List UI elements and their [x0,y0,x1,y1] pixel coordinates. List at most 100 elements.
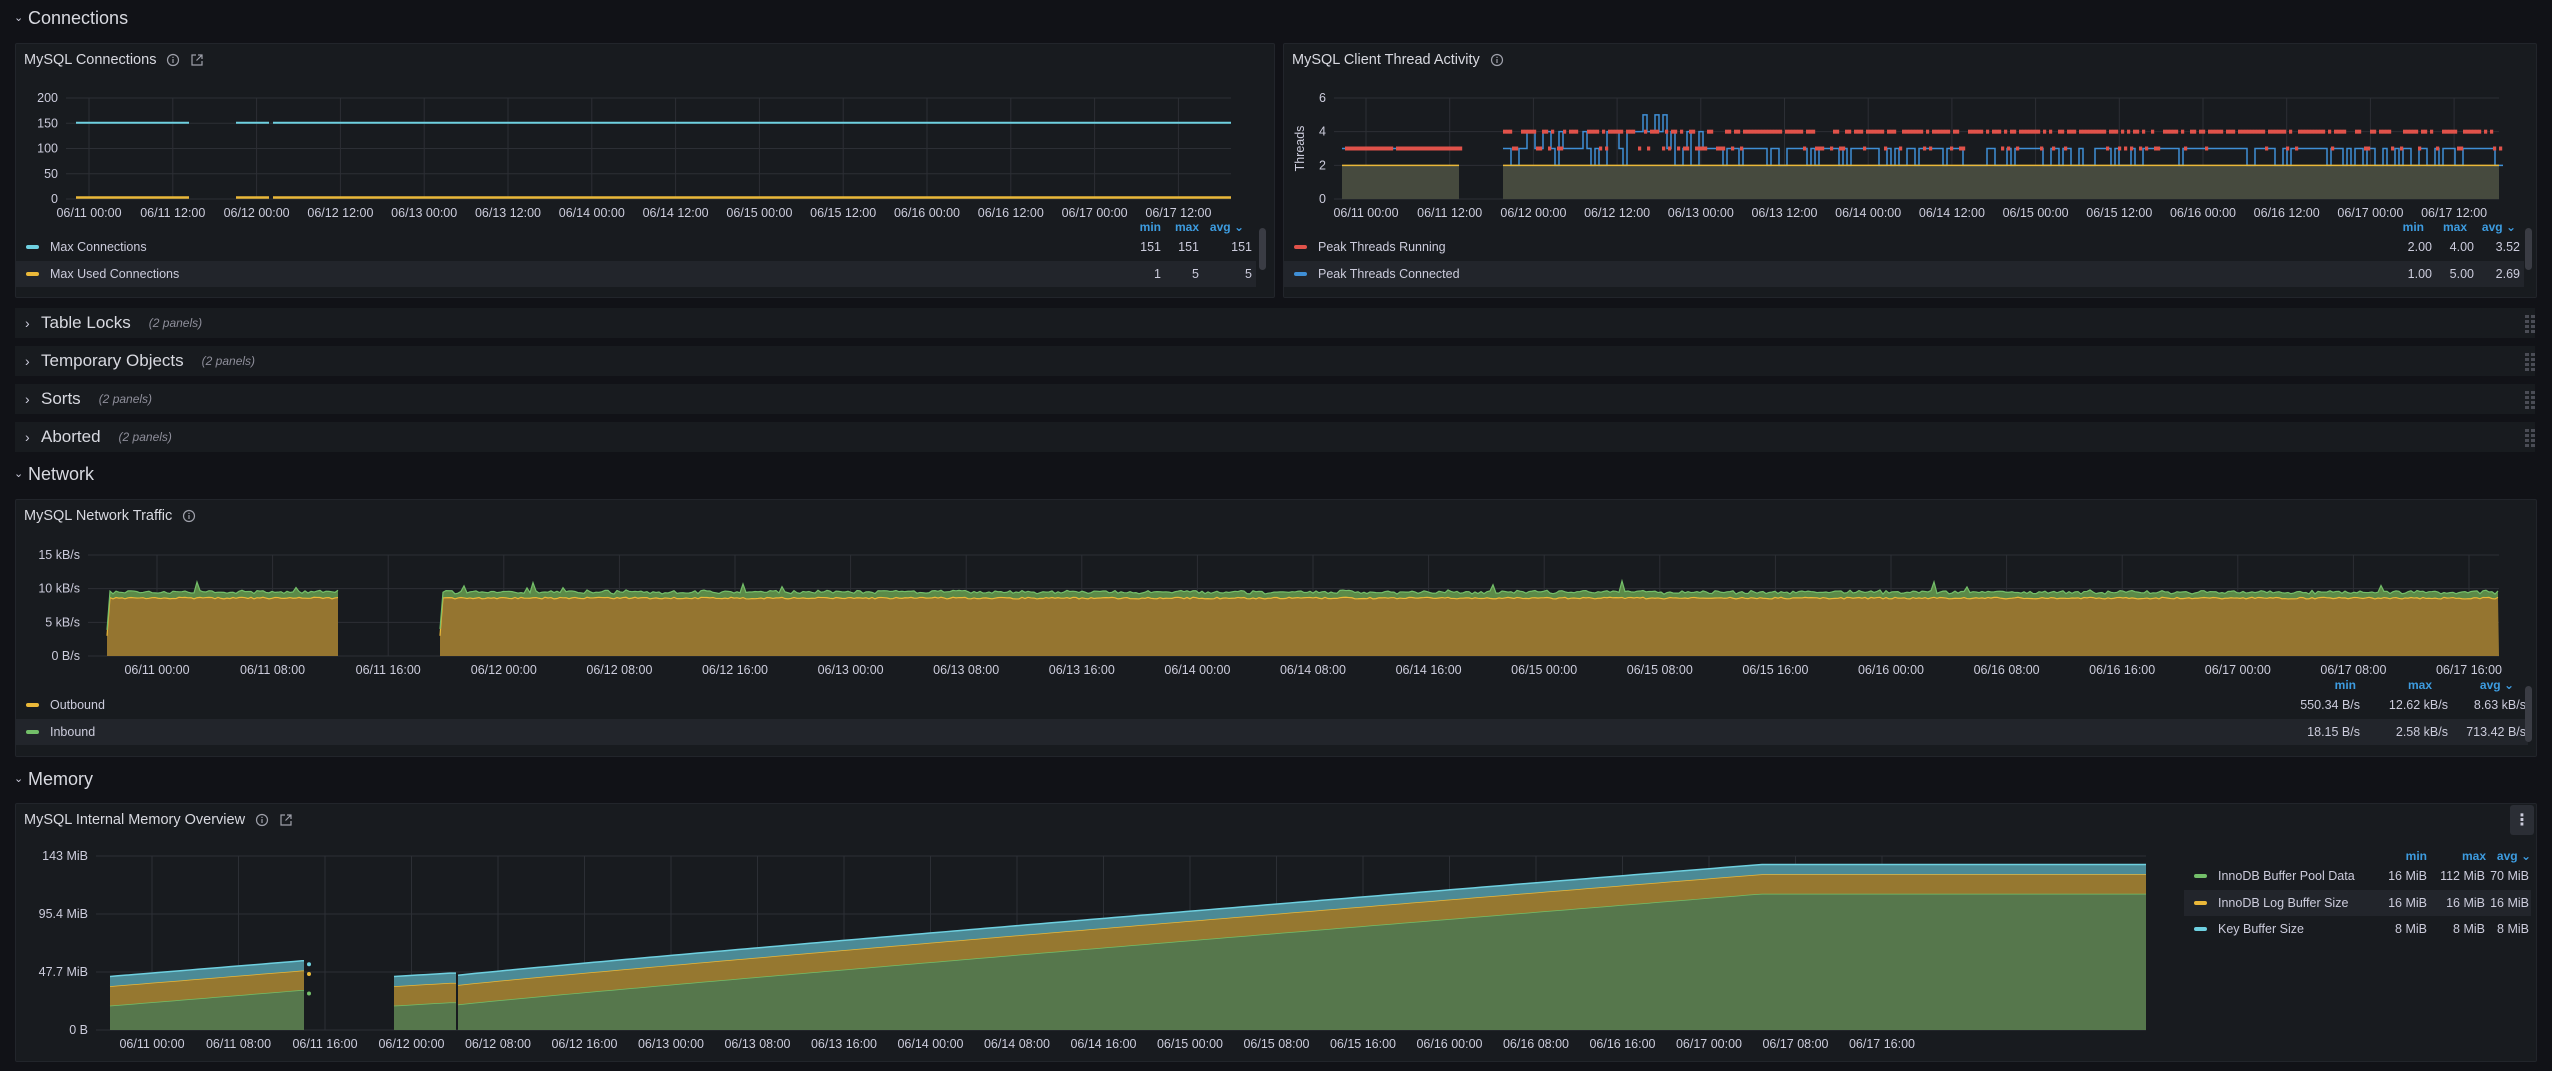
series-point-peak-threads-running [2145,146,2149,151]
legend-item[interactable]: InnoDB Buffer Pool Data 16 MiB 112 MiB 7… [2184,863,2531,889]
series-point-peak-threads-running [2043,129,2047,134]
row-header-table-locks[interactable]: › Table Locks (2 panels) [15,308,2535,338]
info-icon[interactable] [1490,53,1504,67]
row-header-network[interactable]: ⌄ Network [14,459,94,489]
drag-handle-icon[interactable] [2525,353,2535,371]
series-point-peak-threads-running [1611,129,1615,134]
series-point-peak-threads-running [2310,129,2314,134]
series-point-peak-threads-running [2328,129,2332,134]
legend-header-max[interactable]: max [2462,849,2486,863]
x-tick-label: 06/12 12:00 [307,206,373,220]
legend-header-min[interactable]: min [2335,678,2356,692]
legend-header-avg[interactable]: avg ⌄ [2482,220,2516,234]
series-point-peak-threads-running [1551,129,1555,134]
legend-header-max[interactable]: max [2443,220,2467,234]
legend-item[interactable]: InnoDB Log Buffer Size 16 MiB 16 MiB 16 … [2184,890,2531,916]
series-color-swatch [2194,927,2207,931]
series-point-peak-threads-running [2136,129,2140,134]
drag-handle-icon[interactable] [2525,429,2535,447]
panel-menu-button[interactable]: ⋮ [2510,805,2534,835]
y-tick-label: 0 B [69,1023,88,1037]
y-tick-label: 143 MiB [42,849,88,863]
series-point-peak-threads-running [1899,146,1903,151]
legend-scrollbar[interactable] [1259,228,1266,270]
info-icon[interactable] [255,813,269,827]
x-tick-label: 06/17 16:00 [1849,1037,1915,1051]
value-min: 1.00 [2407,267,2432,281]
series-point-peak-threads-running [1620,129,1624,134]
legend-item[interactable]: Inbound 18.15 B/s 2.58 kB/s 713.42 B/s [16,719,2528,745]
y-tick-label: 6 [1319,91,1326,105]
row-header-sorts[interactable]: › Sorts (2 panels) [15,384,2535,414]
series-point-peak-threads-running [2034,129,2038,134]
legend-header-avg[interactable]: avg ⌄ [2497,849,2531,863]
series-point-peak-threads-running [2457,146,2461,151]
series-point-peak-threads-running [2415,129,2419,134]
series-point-peak-threads-running [2073,129,2077,134]
series-point-peak-threads-running [1809,129,1813,134]
drag-handle-icon[interactable] [2525,315,2535,333]
series-point-peak-threads-running [1695,146,1699,151]
series-point-peak-threads-running [2130,146,2134,151]
legend-item[interactable]: Peak Threads Connected 1.00 5.00 2.69 [1284,261,2524,287]
series-point-peak-threads-running [1701,146,1705,151]
legend-item[interactable]: Max Used Connections 1 5 5 [16,261,1256,287]
series-name: Max Connections [50,240,147,254]
legend-header-min[interactable]: min [1140,220,1161,234]
series-point-peak-threads-running [2022,129,2026,134]
x-tick-label: 06/14 00:00 [1164,663,1230,677]
value-avg: 8 MiB [2497,922,2529,936]
info-icon[interactable] [166,53,180,67]
info-icon[interactable] [182,509,196,523]
series-point-peak-threads-running [1387,146,1391,151]
legend-item[interactable]: Peak Threads Running 2.00 4.00 3.52 [1284,234,2524,260]
series-point-peak-threads-running [1668,146,1672,151]
external-link-icon[interactable] [190,53,204,67]
legend-scrollbar[interactable] [2525,228,2532,270]
chevron-down-icon: ⌄ [14,467,24,480]
series-point-peak-threads-running [1345,146,1349,151]
series-point-peak-threads-running [2172,129,2176,134]
legend-item[interactable]: Max Connections 151 151 151 [16,234,1256,260]
value-min: 2.00 [2407,240,2432,254]
series-point-peak-threads-running [1776,129,1780,134]
legend-header-max[interactable]: max [2408,678,2432,692]
value-min: 16 MiB [2388,896,2427,910]
series-point-peak-threads-running [2463,129,2467,134]
series-point-peak-threads-running [1542,129,1546,134]
panel-count: (2 panels) [118,430,172,444]
legend-header-avg[interactable]: avg ⌄ [1210,220,1244,234]
series-point-peak-threads-running [1935,129,1939,134]
row-header-memory[interactable]: ⌄ Memory [14,764,93,794]
legend-header-min[interactable]: min [2406,849,2427,863]
row-header-connections[interactable]: ⌄ Connections [14,3,128,33]
series-point-peak-threads-running [1426,146,1430,151]
legend-header-min[interactable]: min [2403,220,2424,234]
legend-header-avg[interactable]: avg ⌄ [2480,678,2514,692]
value-max: 5 [1192,267,1199,281]
x-tick-label: 06/11 08:00 [240,663,305,677]
legend-header-max[interactable]: max [1175,220,1199,234]
value-avg: 2.69 [2495,267,2520,281]
legend-item[interactable]: Key Buffer Size 8 MiB 8 MiB 8 MiB [2184,916,2531,942]
series-point-peak-threads-running [2277,129,2281,134]
drag-handle-icon[interactable] [2525,391,2535,409]
panel-title: MySQL Client Thread Activity [1292,52,1480,68]
external-link-icon[interactable] [279,813,293,827]
legend-scrollbar[interactable] [2525,686,2532,742]
series-point-peak-threads-running [1656,129,1660,134]
series-point-peak-threads-running [1836,129,1840,134]
series-point-peak-threads-running [2280,129,2284,134]
series-point-peak-threads-running [1375,146,1379,151]
series-point-peak-threads-running [2067,129,2071,134]
area-fill [1503,165,2499,199]
x-tick-label: 06/14 00:00 [897,1037,963,1051]
x-tick-label: 06/11 00:00 [124,663,189,677]
row-header-aborted[interactable]: › Aborted (2 panels) [15,422,2535,452]
series-point-peak-threads-running [2064,146,2068,151]
legend-item[interactable]: Outbound 550.34 B/s 12.62 kB/s 8.63 kB/s [16,692,2528,718]
row-header-temporary-objects[interactable]: › Temporary Objects (2 panels) [15,346,2535,376]
series-point-peak-threads-running [2091,129,2095,134]
series-point-peak-threads-running [2118,146,2122,151]
x-tick-label: 06/11 00:00 [56,206,121,220]
